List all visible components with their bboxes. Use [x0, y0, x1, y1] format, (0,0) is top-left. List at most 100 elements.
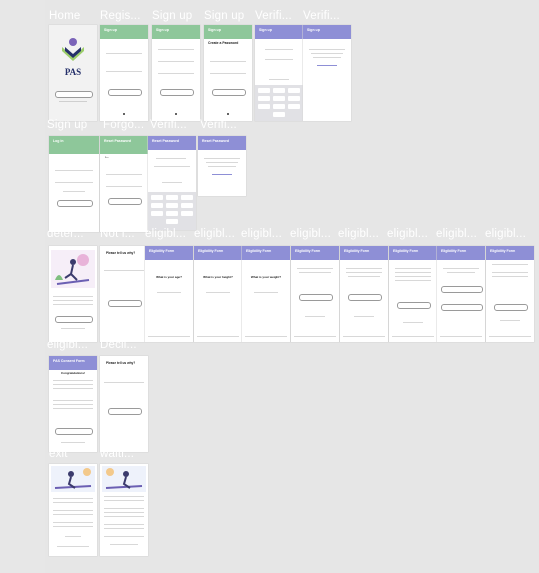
height-picker[interactable]	[206, 292, 230, 293]
consent-button[interactable]	[55, 428, 93, 435]
email-link[interactable]	[212, 174, 232, 175]
frame-verification-4[interactable]: Reset Password	[198, 136, 246, 196]
yes-button[interactable]	[397, 302, 431, 309]
frame-determine[interactable]	[49, 246, 97, 342]
key[interactable]	[151, 195, 163, 200]
key[interactable]	[181, 203, 193, 208]
key[interactable]	[181, 211, 193, 216]
forgot-link[interactable]	[63, 191, 85, 192]
option-button[interactable]	[441, 286, 483, 293]
frame-label-eligibility-5[interactable]: eligibl...	[338, 228, 379, 240]
frame-label-forgot[interactable]: Forgo...	[103, 119, 144, 131]
key[interactable]	[258, 88, 270, 93]
frame-label-eligibility-7[interactable]: eligibl...	[436, 228, 477, 240]
no-option[interactable]	[354, 316, 374, 317]
frame-signup-2[interactable]: Sign up Create a Password	[204, 25, 252, 121]
submit-button[interactable]	[108, 300, 142, 307]
nav-bar[interactable]	[245, 336, 287, 337]
frame-verification-3[interactable]: Reset Password	[148, 136, 196, 230]
nav-bar[interactable]	[343, 336, 385, 337]
next-button[interactable]	[108, 89, 142, 96]
key[interactable]	[166, 211, 178, 216]
key[interactable]	[166, 219, 178, 224]
back-arrow-icon[interactable]: ←	[104, 154, 110, 159]
email-field[interactable]	[55, 170, 93, 171]
key[interactable]	[151, 203, 163, 208]
frame-declined[interactable]: Please tell us why?	[100, 356, 148, 452]
nav-bar[interactable]	[392, 336, 434, 337]
signup-button[interactable]	[212, 89, 246, 96]
frame-eligibility-height[interactable]: Eligibility Form What is your height?	[194, 246, 242, 342]
frame-eligibility-7[interactable]: Eligibility Form	[437, 246, 485, 342]
frame-label-signup-2[interactable]: Sign up	[204, 10, 244, 22]
frame-label-eligibility-1[interactable]: eligibl...	[145, 228, 186, 240]
frame-eligibility-5[interactable]: Eligibility Form	[340, 246, 388, 342]
frame-label-eligibility-4[interactable]: eligibl...	[290, 228, 331, 240]
key[interactable]	[273, 88, 285, 93]
decline-link[interactable]	[61, 328, 85, 329]
home-primary-button[interactable]	[55, 91, 93, 98]
continue-button[interactable]	[55, 316, 93, 323]
frame-eligibility-weight[interactable]: Eligibility Form What is your weight?	[242, 246, 290, 342]
key[interactable]	[258, 96, 270, 101]
login-button[interactable]	[57, 200, 93, 207]
key[interactable]	[166, 203, 178, 208]
key[interactable]	[181, 195, 193, 200]
frame-eligibility-age[interactable]: Eligibility Form What is your age?	[145, 246, 193, 342]
numeric-keypad[interactable]	[148, 192, 196, 230]
frame-label-verification-1[interactable]: Verifi...	[255, 10, 292, 22]
key[interactable]	[258, 104, 270, 109]
frame-label-eligibility-8[interactable]: eligibl...	[485, 228, 526, 240]
nav-bar[interactable]	[294, 336, 336, 337]
key[interactable]	[273, 104, 285, 109]
frame-not-eligible[interactable]: Please tell us why?	[100, 246, 148, 342]
frame-label-eligibility-2[interactable]: eligibl...	[194, 228, 235, 240]
decline-link[interactable]	[61, 442, 85, 443]
frame-login[interactable]: Log in	[49, 136, 99, 232]
next-button[interactable]	[160, 89, 194, 96]
code-input[interactable]	[156, 158, 186, 159]
frame-waiting[interactable]	[100, 464, 148, 556]
frame-label-determine[interactable]: deter...	[47, 228, 84, 240]
reason-field[interactable]	[104, 382, 144, 383]
yes-button[interactable]	[299, 294, 333, 301]
frame-exit[interactable]	[49, 464, 97, 556]
key[interactable]	[288, 96, 300, 101]
frame-label-exit[interactable]: exit	[49, 448, 68, 460]
frame-registration[interactable]: Sign up	[100, 25, 148, 121]
frame-label-not-eligible[interactable]: Not l...	[100, 228, 135, 240]
weight-picker[interactable]	[254, 292, 278, 293]
frame-signup-1[interactable]: Sign up	[152, 25, 200, 121]
frame-label-signup-3[interactable]: Sign up	[47, 119, 87, 131]
nav-bar[interactable]	[148, 336, 190, 337]
frame-eligibility-4[interactable]: Eligibility Form	[291, 246, 339, 342]
email-link[interactable]	[317, 65, 337, 66]
yes-button[interactable]	[494, 304, 528, 311]
key[interactable]	[288, 104, 300, 109]
no-option[interactable]	[500, 320, 520, 321]
nav-bar[interactable]	[197, 336, 239, 337]
password-field[interactable]	[55, 182, 93, 183]
numeric-keypad[interactable]	[255, 85, 303, 121]
frame-home[interactable]: PAS	[49, 25, 97, 121]
submit-button[interactable]	[108, 408, 142, 415]
code-input[interactable]	[265, 49, 293, 50]
key[interactable]	[166, 195, 178, 200]
option-button[interactable]	[441, 304, 483, 311]
frame-label-eligibility-6[interactable]: eligibl...	[387, 228, 428, 240]
frame-label-registration[interactable]: Regis...	[100, 10, 141, 22]
frame-eligibility-6[interactable]: Eligibility Form	[389, 246, 437, 342]
frame-label-verification-3[interactable]: Verifi...	[150, 119, 187, 131]
submit-button[interactable]	[108, 198, 142, 205]
frame-label-verification-2[interactable]: Verifi...	[303, 10, 340, 22]
frame-verification-1[interactable]: Sign up	[255, 25, 303, 121]
key[interactable]	[273, 96, 285, 101]
frame-label-eligibility-9[interactable]: eligibl...	[47, 339, 88, 351]
frame-label-home[interactable]: Home	[49, 10, 80, 22]
age-picker[interactable]	[157, 292, 181, 293]
key[interactable]	[151, 211, 163, 216]
frame-eligibility-8[interactable]: Eligibility Form	[486, 246, 534, 342]
nav-bar[interactable]	[489, 336, 531, 337]
yes-button[interactable]	[348, 294, 382, 301]
reason-field[interactable]	[104, 270, 144, 271]
